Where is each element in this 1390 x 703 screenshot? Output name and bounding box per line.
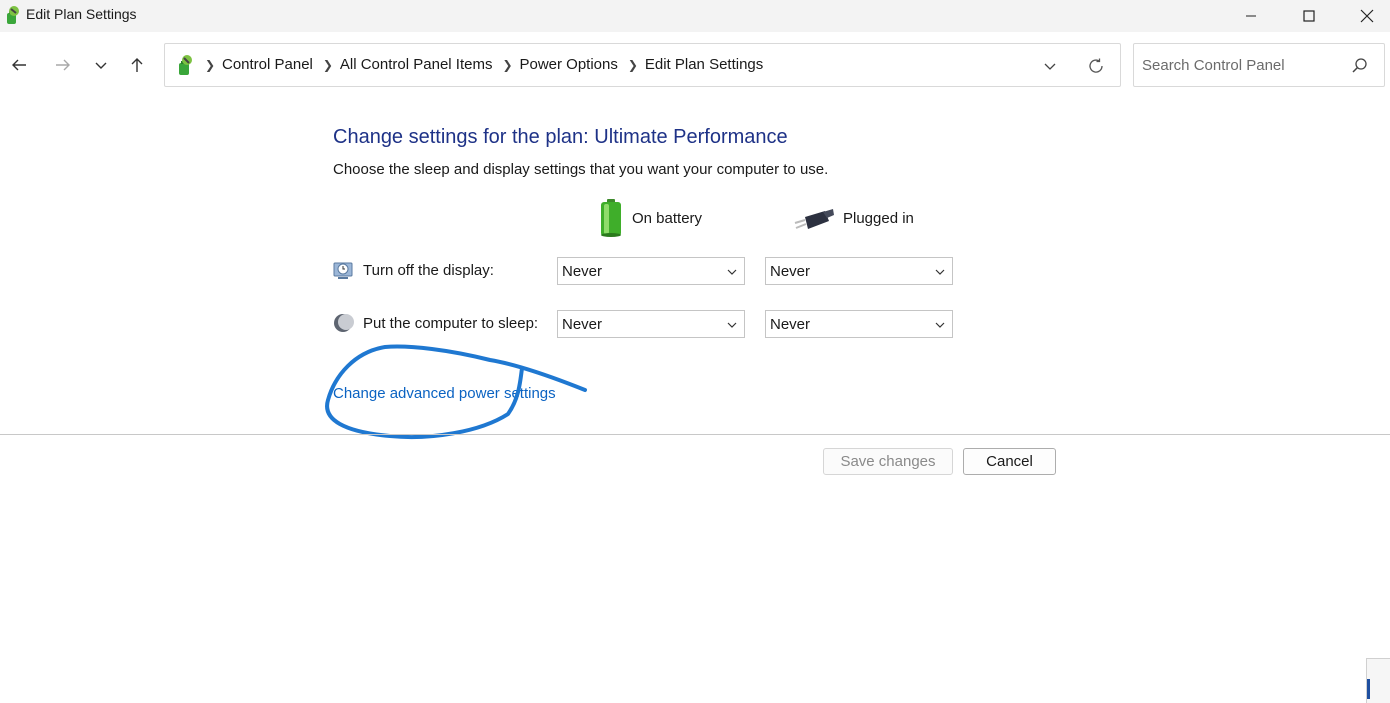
window-title: Edit Plan Settings xyxy=(26,6,137,22)
sleep-moon-icon xyxy=(334,314,354,332)
display-setting-label: Turn off the display: xyxy=(332,259,494,281)
maximize-icon xyxy=(1303,10,1315,22)
display-icon xyxy=(333,262,353,279)
title-bar: Edit Plan Settings xyxy=(0,0,1390,32)
chevron-right-icon: ❯ xyxy=(627,57,638,72)
breadcrumb-edit-plan[interactable]: Edit Plan Settings xyxy=(645,56,763,73)
chevron-down-icon xyxy=(727,322,737,328)
back-button[interactable] xyxy=(6,52,32,78)
close-button[interactable] xyxy=(1338,0,1390,32)
taskbar-thumbnail-preview[interactable] xyxy=(1366,658,1390,703)
refresh-icon xyxy=(1089,58,1103,73)
save-changes-button[interactable]: Save changes xyxy=(823,448,953,475)
advanced-power-settings-link[interactable]: Change advanced power settings xyxy=(333,385,556,402)
close-icon xyxy=(1360,9,1374,23)
page-description: Choose the sleep and display settings th… xyxy=(333,161,829,178)
column-header-plugged-in: Plugged in xyxy=(793,198,914,238)
maximize-button[interactable] xyxy=(1280,0,1338,32)
select-value: Never xyxy=(562,316,603,333)
select-value: Never xyxy=(562,263,603,280)
chevron-down-icon xyxy=(1044,63,1056,70)
up-arrow-icon xyxy=(131,58,143,72)
search-input[interactable] xyxy=(1142,54,1342,76)
breadcrumb-all-items[interactable]: All Control Panel Items xyxy=(340,56,493,73)
chevron-down-icon xyxy=(935,269,945,275)
footer-divider xyxy=(0,434,1390,435)
select-value: Never xyxy=(770,316,811,333)
sleep-setting-text: Put the computer to sleep: xyxy=(363,314,539,332)
chevron-down-icon xyxy=(727,269,737,275)
recent-locations-button[interactable] xyxy=(88,52,114,78)
breadcrumb: ❯ Control Panel ❯ All Control Panel Item… xyxy=(203,56,771,73)
plug-icon xyxy=(794,209,834,229)
navigation-bar: ❯ Control Panel ❯ All Control Panel Item… xyxy=(0,32,1390,97)
display-setting-text: Turn off the display: xyxy=(363,261,494,279)
power-options-icon xyxy=(7,6,19,24)
minimize-icon xyxy=(1246,15,1256,17)
back-arrow-icon xyxy=(12,59,26,71)
column-label-on-battery: On battery xyxy=(632,209,703,227)
forward-arrow-icon xyxy=(56,59,70,71)
chevron-right-icon: ❯ xyxy=(502,57,513,72)
minimize-button[interactable] xyxy=(1222,0,1280,32)
display-on-battery-select[interactable]: Never xyxy=(557,257,745,285)
chevron-down-icon xyxy=(935,322,945,328)
refresh-button[interactable] xyxy=(1085,55,1107,77)
battery-icon xyxy=(601,199,621,237)
sleep-setting-label: Put the computer to sleep: xyxy=(332,312,538,334)
chevron-right-icon: ❯ xyxy=(204,57,216,72)
column-label-plugged-in: Plugged in xyxy=(843,209,914,227)
breadcrumb-control-panel[interactable]: Control Panel xyxy=(222,56,313,73)
forward-button[interactable] xyxy=(50,52,76,78)
breadcrumb-power-options[interactable]: Power Options xyxy=(519,56,617,73)
search-box[interactable] xyxy=(1133,43,1385,87)
address-bar[interactable]: ❯ Control Panel ❯ All Control Panel Item… xyxy=(164,43,1121,87)
sleep-on-battery-select[interactable]: Never xyxy=(557,310,745,338)
sleep-plugged-in-select[interactable]: Never xyxy=(765,310,953,338)
up-button[interactable] xyxy=(124,52,150,78)
thumbnail-accent xyxy=(1367,679,1370,699)
page-title: Change settings for the plan: Ultimate P… xyxy=(333,126,788,148)
search-icon[interactable] xyxy=(1350,56,1370,76)
power-options-icon xyxy=(179,55,192,75)
annotation-circle xyxy=(325,344,587,440)
chevron-right-icon: ❯ xyxy=(322,57,333,72)
cancel-button[interactable]: Cancel xyxy=(963,448,1056,475)
display-plugged-in-select[interactable]: Never xyxy=(765,257,953,285)
select-value: Never xyxy=(770,263,811,280)
column-header-on-battery: On battery xyxy=(598,198,702,238)
address-history-button[interactable] xyxy=(1039,55,1061,77)
chevron-down-icon xyxy=(95,62,107,69)
